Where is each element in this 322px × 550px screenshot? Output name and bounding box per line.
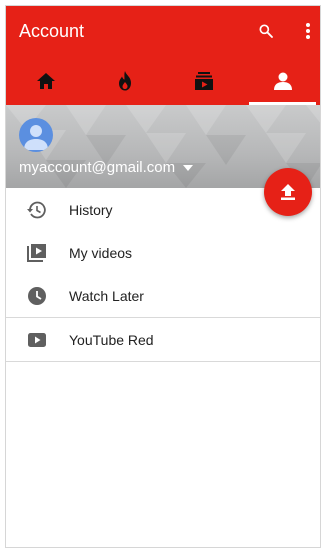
more-vert-icon xyxy=(306,23,310,39)
trending-icon xyxy=(118,71,131,91)
menu-item-label: Watch Later xyxy=(69,287,144,304)
subscriptions-icon xyxy=(194,72,213,90)
menu-item-youtube-red[interactable]: YouTube Red xyxy=(6,318,320,361)
search-icon xyxy=(259,24,273,38)
my-videos-icon xyxy=(26,243,48,263)
account-email: myaccount@gmail.com xyxy=(19,159,176,176)
account-switcher[interactable]: myaccount@gmail.com xyxy=(19,159,194,176)
app-frame: Account myaccount@gmail.com History My v… xyxy=(5,5,321,548)
menu-item-my-videos[interactable]: My videos xyxy=(6,231,320,274)
avatar[interactable] xyxy=(19,118,53,152)
menu-item-label: YouTube Red xyxy=(69,331,154,348)
menu-item-watch-later[interactable]: Watch Later xyxy=(6,274,320,317)
history-icon xyxy=(26,200,48,220)
tab-subscriptions[interactable] xyxy=(164,57,243,105)
account-icon xyxy=(273,72,292,90)
avatar-icon xyxy=(24,125,48,150)
watch-later-icon xyxy=(26,286,48,306)
youtube-red-icon xyxy=(26,330,48,350)
more-options-button[interactable] xyxy=(296,18,320,44)
page-title: Account xyxy=(19,21,85,41)
account-menu: History My videos Watch Later YouTube Re… xyxy=(6,188,320,362)
search-button[interactable] xyxy=(254,18,278,44)
tab-account[interactable] xyxy=(243,57,320,105)
app-bar: Account xyxy=(6,6,320,57)
tab-home[interactable] xyxy=(6,57,85,105)
divider xyxy=(6,361,320,362)
home-icon xyxy=(36,73,55,89)
dropdown-arrow-icon xyxy=(183,164,194,171)
menu-item-label: My videos xyxy=(69,244,133,261)
menu-item-label: History xyxy=(69,201,113,218)
tab-trending[interactable] xyxy=(85,57,164,105)
menu-item-history[interactable]: History xyxy=(6,188,320,231)
tab-bar xyxy=(6,57,320,105)
